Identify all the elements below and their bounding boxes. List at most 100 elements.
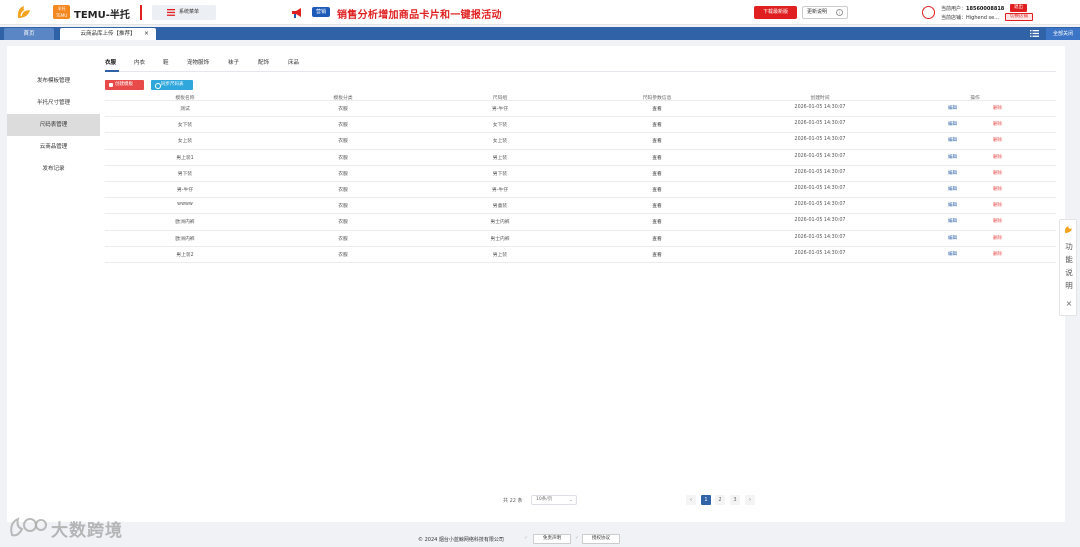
tab-cloud-upload-label: 云商品库上传【推荐】	[80, 31, 136, 37]
view-size-info-link[interactable]: 查看	[617, 251, 697, 258]
created-time-cell: 2026-01-05 14:30:07	[794, 137, 846, 143]
edit-link[interactable]: 编辑	[948, 251, 957, 257]
view-size-info-link[interactable]: 查看	[617, 105, 697, 112]
active-tab-indicator	[105, 70, 119, 72]
system-menu-button[interactable]: 系统菜单	[152, 5, 216, 20]
template-name-cell: 男上装1	[176, 155, 194, 161]
delete-link[interactable]: 删除	[993, 154, 1002, 160]
delete-link[interactable]: 删除	[993, 121, 1002, 127]
page-3-button[interactable]: 3	[730, 495, 740, 505]
watermark: 大数跨境	[8, 513, 143, 541]
close-all-tabs-button[interactable]: 全部关闭	[1046, 28, 1080, 40]
view-size-info-link[interactable]: 查看	[617, 218, 697, 225]
page-2-button[interactable]: 2	[715, 495, 725, 505]
create-template-button[interactable]: 创建模板	[105, 80, 144, 90]
subtab-underwear[interactable]: 内衣	[134, 58, 145, 66]
delete-link[interactable]: 删除	[993, 170, 1002, 176]
edit-link[interactable]: 编辑	[948, 105, 957, 111]
download-latest-button[interactable]: 下载最新版	[754, 6, 797, 19]
size-group-cell: 女上装	[492, 139, 508, 145]
promo-banner-text[interactable]: 销售分析增加商品卡片和一键报活动	[337, 6, 502, 21]
view-size-info-link[interactable]: 查看	[617, 235, 697, 242]
view-size-info-link[interactable]: 查看	[617, 154, 697, 161]
view-size-info-link[interactable]: 查看	[617, 121, 697, 128]
page-size-select[interactable]: 10条/页 ⌄	[531, 495, 577, 505]
delete-link[interactable]: 删除	[993, 235, 1002, 241]
disclaimer-button[interactable]: 免责声明	[533, 534, 571, 544]
tab-cloud-upload[interactable]: 云商品库上传【推荐】 ×	[60, 28, 156, 40]
subtab-bedding[interactable]: 床品	[288, 58, 299, 66]
template-name-cell: 男-牛仔	[176, 187, 194, 193]
template-category-cell: 衣服	[338, 171, 348, 177]
template-name-cell: wwww	[177, 202, 193, 208]
delete-link[interactable]: 删除	[993, 218, 1002, 224]
created-time-cell: 2026-01-05 14:30:07	[794, 185, 846, 191]
edit-link[interactable]: 编辑	[948, 121, 957, 127]
sync-size-table-button[interactable]: 同步尺码表	[151, 80, 193, 90]
close-icon[interactable]: ×	[144, 28, 149, 40]
store-label: 当前店铺：	[941, 15, 967, 21]
template-category-cell: 衣服	[338, 187, 348, 193]
tab-home[interactable]: 首页	[4, 28, 54, 40]
update-notes-button[interactable]: 更新说明 i	[802, 6, 848, 19]
switch-store-button[interactable]: 切换店铺	[1005, 13, 1033, 21]
template-name-cell: 女上装	[177, 139, 193, 145]
edit-link[interactable]: 编辑	[948, 235, 957, 241]
sidebar-item-template-manage[interactable]: 发布模板管理	[7, 70, 100, 92]
created-time-cell: 2026-01-05 14:30:07	[794, 153, 846, 159]
subtab-clothes[interactable]: 衣服	[105, 58, 116, 66]
delete-link[interactable]: 删除	[993, 186, 1002, 192]
subtab-accessories[interactable]: 配饰	[258, 58, 269, 66]
delete-link[interactable]: 删除	[993, 251, 1002, 257]
temu-logo: 半托 TEMU	[53, 5, 70, 19]
app-logo-icon	[17, 6, 30, 18]
prev-page-button[interactable]: ‹	[686, 495, 696, 505]
size-group-cell: 男上装	[492, 155, 508, 161]
edit-link[interactable]: 编辑	[948, 218, 957, 224]
system-menu-label: 系统菜单	[179, 9, 200, 15]
edit-link[interactable]: 编辑	[948, 137, 957, 143]
sidebar-item-publish-records[interactable]: 发布记录	[7, 158, 100, 180]
subtab-shoes[interactable]: 鞋	[163, 58, 169, 66]
sidebar-item-cloud-products[interactable]: 云商品管理	[7, 136, 100, 158]
created-time-cell: 2026-01-05 14:30:07	[794, 218, 846, 224]
view-size-info-link[interactable]: 查看	[617, 186, 697, 193]
close-icon[interactable]: ×	[1063, 299, 1075, 308]
next-page-button[interactable]: ›	[745, 495, 755, 505]
edit-link[interactable]: 编辑	[948, 170, 957, 176]
template-name-cell: 男下装	[177, 171, 193, 177]
created-time-cell: 2026-01-05 14:30:07	[794, 105, 846, 110]
view-size-info-link[interactable]: 查看	[617, 202, 697, 209]
size-group-cell: 男上装	[492, 252, 508, 258]
table-body: 测试 衣服 男-牛仔 查看 2026-01-05 14:30:07 编辑 删除 女下装 衣服 女下…	[105, 101, 1056, 263]
template-name-cell: 欧洲内裤	[175, 236, 195, 242]
list-menu-icon[interactable]	[1030, 30, 1039, 37]
template-category-cell: 衣服	[338, 107, 348, 112]
view-size-info-link[interactable]: 查看	[617, 170, 697, 177]
size-group-cell: 男-牛仔	[491, 187, 509, 193]
feature-help-panel[interactable]: 功能说明 ×	[1059, 219, 1077, 316]
size-group-cell: 男士内裤	[490, 220, 510, 226]
view-size-info-link[interactable]: 查看	[617, 137, 697, 144]
sidebar-item-size-table[interactable]: 尺码表管理	[7, 114, 100, 136]
delete-link[interactable]: 删除	[993, 137, 1002, 143]
user-avatar-icon[interactable]	[922, 6, 935, 19]
template-name-cell: 欧洲内裤	[175, 220, 195, 226]
size-group-cell: 男-牛仔	[491, 107, 509, 112]
license-button[interactable]: 授权协议	[582, 534, 620, 544]
edit-link[interactable]: 编辑	[948, 202, 957, 208]
subtab-pet-clothing[interactable]: 宠物服饰	[187, 58, 209, 66]
copyright-text: © 2024 烟台小蓝鲸网络科技有限公司	[418, 537, 504, 543]
delete-link[interactable]: 删除	[993, 202, 1002, 208]
edit-link[interactable]: 编辑	[948, 154, 957, 160]
sidebar-item-size-manage[interactable]: 半托尺寸管理	[7, 92, 100, 114]
subtab-socks[interactable]: 袜子	[228, 58, 239, 66]
logout-button[interactable]: 退出	[1010, 4, 1027, 12]
table-row: 欧洲内裤 衣服 男士内裤 查看 2026-01-05 14:30:07 编辑 删除	[105, 214, 1056, 231]
edit-link[interactable]: 编辑	[948, 186, 957, 192]
page-1-button[interactable]: 1	[701, 495, 711, 505]
delete-link[interactable]: 删除	[993, 105, 1002, 111]
check-icon: ✓	[524, 535, 529, 541]
watermark-logo-icon	[10, 517, 47, 537]
sidebar: 发布模板管理 半托尺寸管理 尺码表管理 云商品管理 发布记录	[7, 46, 100, 522]
